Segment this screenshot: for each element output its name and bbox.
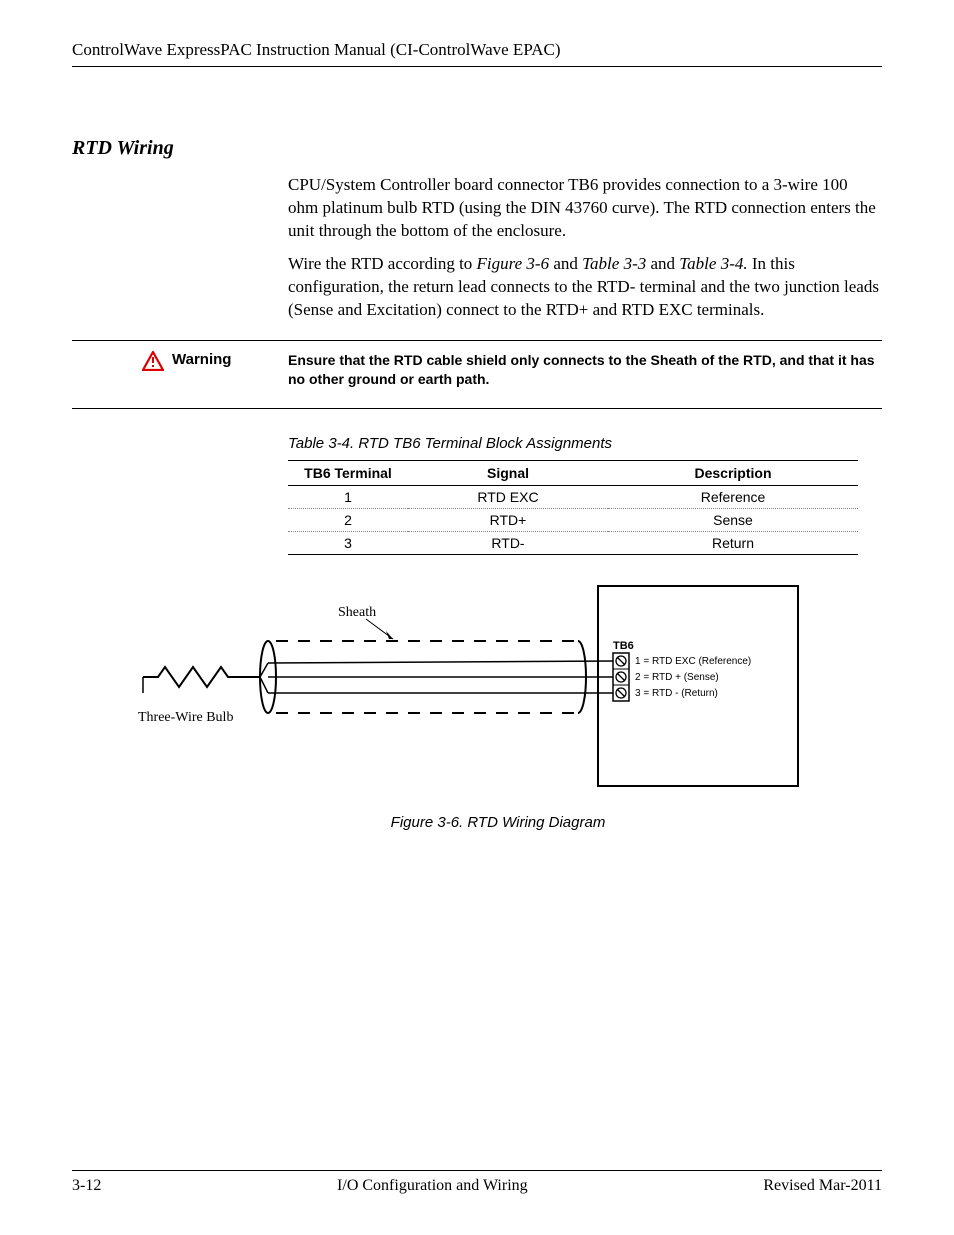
p2-mid1: and bbox=[549, 254, 582, 273]
table-caption: Table 3-4. RTD TB6 Terminal Block Assign… bbox=[288, 435, 882, 452]
cell-desc: Return bbox=[608, 531, 858, 554]
warning-icon bbox=[142, 351, 164, 371]
th-terminal: TB6 Terminal bbox=[288, 460, 408, 485]
table-row: 3 RTD- Return bbox=[288, 531, 858, 554]
footer-right: Revised Mar-2011 bbox=[763, 1177, 882, 1195]
table-header-row: TB6 Terminal Signal Description bbox=[288, 460, 858, 485]
rtd-table: TB6 Terminal Signal Description 1 RTD EX… bbox=[288, 460, 858, 555]
warning-block: Warning Ensure that the RTD cable shield… bbox=[72, 340, 882, 409]
cell-terminal: 3 bbox=[288, 531, 408, 554]
fig-term-3: 3 = RTD - (Return) bbox=[635, 688, 718, 699]
paragraph-1: CPU/System Controller board connector TB… bbox=[288, 174, 882, 243]
cell-desc: Reference bbox=[608, 485, 858, 508]
p2-ref2: Table 3-3 bbox=[582, 254, 646, 273]
cell-signal: RTD+ bbox=[408, 508, 608, 531]
table-row: 2 RTD+ Sense bbox=[288, 508, 858, 531]
cell-signal: RTD- bbox=[408, 531, 608, 554]
section-heading: RTD Wiring bbox=[72, 137, 882, 160]
cell-terminal: 1 bbox=[288, 485, 408, 508]
warning-text: Ensure that the RTD cable shield only co… bbox=[288, 351, 882, 390]
figure-caption: Figure 3-6. RTD Wiring Diagram bbox=[138, 814, 858, 831]
fig-term-1: 1 = RTD EXC (Reference) bbox=[635, 656, 751, 667]
th-description: Description bbox=[608, 460, 858, 485]
footer-left: 3-12 bbox=[72, 1177, 101, 1195]
rtd-wiring-diagram: TB6 1 = RTD EXC (Reference) 2 = RTD + (S… bbox=[138, 581, 858, 801]
figure-rtd-wiring: TB6 1 = RTD EXC (Reference) 2 = RTD + (S… bbox=[138, 581, 858, 831]
p2-ref3: Table 3-4. bbox=[679, 254, 747, 273]
th-signal: Signal bbox=[408, 460, 608, 485]
paragraph-2: Wire the RTD according to Figure 3-6 and… bbox=[288, 253, 882, 322]
page-footer: 3-12 I/O Configuration and Wiring Revise… bbox=[72, 1170, 882, 1195]
p2-pre: Wire the RTD according to bbox=[288, 254, 477, 273]
fig-sheath-label: Sheath bbox=[338, 605, 376, 620]
p2-mid2: and bbox=[646, 254, 679, 273]
fig-tb6-label: TB6 bbox=[613, 640, 634, 652]
header-title: ControlWave ExpressPAC Instruction Manua… bbox=[72, 40, 560, 59]
cell-terminal: 2 bbox=[288, 508, 408, 531]
p2-ref1: Figure 3-6 bbox=[477, 254, 550, 273]
warning-label: Warning bbox=[172, 351, 231, 368]
cell-desc: Sense bbox=[608, 508, 858, 531]
fig-term-2: 2 = RTD + (Sense) bbox=[635, 672, 719, 683]
cell-signal: RTD EXC bbox=[408, 485, 608, 508]
fig-bulb-label: Three-Wire Bulb bbox=[138, 710, 233, 725]
table-row: 1 RTD EXC Reference bbox=[288, 485, 858, 508]
page-header: ControlWave ExpressPAC Instruction Manua… bbox=[72, 40, 882, 67]
footer-center: I/O Configuration and Wiring bbox=[337, 1177, 528, 1195]
